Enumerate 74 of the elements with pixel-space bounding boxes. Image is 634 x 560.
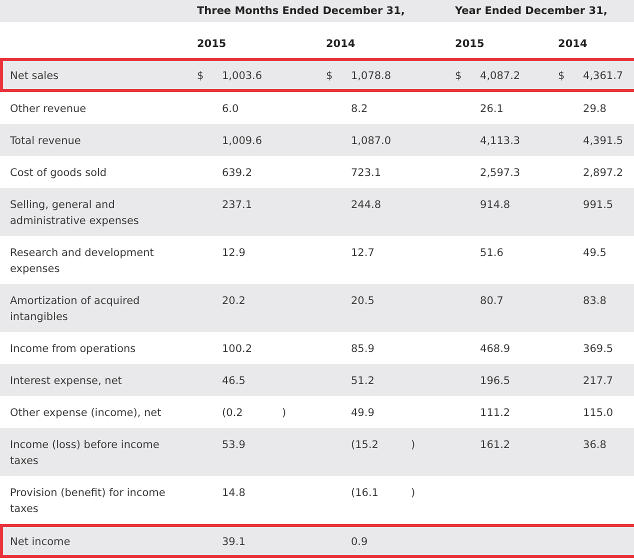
- table-cell: 8.2: [351, 103, 368, 115]
- currency-symbol: $: [197, 70, 204, 82]
- table-cell: 6.0: [222, 103, 239, 115]
- row-label: Amortization of acquired intangibles: [0, 284, 190, 332]
- table-cell: 4,361.7: [583, 70, 624, 82]
- table-cell: 237.1: [222, 199, 252, 211]
- table-cell: 51.2: [351, 375, 374, 387]
- table-cell: 12.7: [351, 247, 374, 259]
- table-cell: (16.1: [351, 487, 378, 499]
- table-cell: 369.5: [583, 343, 614, 355]
- currency-symbol: $: [558, 70, 565, 82]
- year-header: 2015: [455, 38, 484, 50]
- table-cell: (15.2: [351, 439, 378, 451]
- table-cell: 29.8: [583, 103, 606, 115]
- row-label: Net sales: [0, 58, 190, 92]
- table-cell: 217.7: [583, 375, 614, 387]
- row-label: Income (loss) before income taxes: [0, 428, 190, 476]
- table-cell: 1,087.0: [351, 135, 392, 147]
- table-cell: 36.8: [583, 439, 606, 451]
- table-cell: 39.1: [222, 536, 246, 548]
- currency-symbol: $: [326, 70, 333, 82]
- table-cell: 2,597.3: [480, 167, 520, 179]
- row-label: Selling, general and administrative expenses: [0, 188, 190, 236]
- table-cell: 991.5: [583, 199, 614, 211]
- table-cell: 53.9: [222, 439, 246, 451]
- row-label: Cost of goods sold: [9, 166, 108, 181]
- row-label: Research and development expenses: [9, 246, 155, 277]
- closing-parenthesis: ): [411, 439, 416, 451]
- table-cell: 1,009.6: [222, 135, 262, 147]
- table-cell: 4,087.2: [480, 70, 520, 82]
- column-group-header: Year Ended December 31,: [455, 5, 608, 17]
- table-cell: 46.5: [222, 375, 246, 387]
- year-header: 2014: [326, 38, 356, 50]
- table-cell: 723.1: [351, 167, 382, 179]
- year-header: 2015: [197, 38, 226, 50]
- closing-parenthesis: ): [282, 407, 286, 419]
- table-cell: 100.2: [222, 343, 252, 355]
- table-cell: 20.2: [222, 295, 246, 307]
- table-cell: 2,897.2: [583, 167, 624, 179]
- column-group-header: Three Months Ended December 31,: [197, 5, 405, 17]
- table-cell: 639.2: [222, 167, 252, 179]
- table-cell: 12.9: [222, 247, 246, 259]
- closing-parenthesis: ): [411, 487, 416, 499]
- row-label: Net income: [0, 524, 190, 558]
- row-label: Interest expense, net: [0, 364, 190, 396]
- table-cell: (0.2: [222, 407, 243, 419]
- table-cell: 26.1: [480, 103, 504, 115]
- table-cell: 4,113.3: [480, 135, 520, 147]
- table-cell: 14.8: [222, 487, 246, 499]
- table-cell: 85.9: [351, 343, 374, 355]
- row-label: Other expense (income), net: [9, 406, 162, 421]
- table-cell: 83.8: [583, 295, 606, 307]
- table-cell: 1,078.8: [351, 70, 392, 82]
- table-cell: 1,003.6: [222, 70, 262, 82]
- row-label: Other revenue: [9, 102, 88, 117]
- table-cell: 80.7: [480, 295, 504, 307]
- table-cell: 49.9: [351, 407, 374, 419]
- table-cell: 111.2: [480, 407, 510, 419]
- year-header: 2014: [558, 38, 588, 50]
- row-label: Total revenue: [0, 124, 190, 156]
- table-cell: 468.9: [480, 343, 510, 355]
- row-label: Income from operations: [9, 342, 137, 357]
- table-cell: 0.9: [351, 536, 368, 548]
- table-cell: 20.5: [351, 295, 374, 307]
- table-cell: 244.8: [351, 199, 382, 211]
- table-cell: 49.5: [583, 247, 606, 259]
- table-cell: 196.5: [480, 375, 510, 387]
- row-label: Provision (benefit) for income taxes: [9, 486, 166, 517]
- table-cell: 51.6: [480, 247, 504, 259]
- table-cell: 115.0: [583, 407, 614, 419]
- table-cell: 161.2: [480, 439, 510, 451]
- currency-symbol: $: [455, 70, 462, 82]
- table-cell: 4,391.5: [583, 135, 624, 147]
- table-cell: 914.8: [480, 199, 510, 211]
